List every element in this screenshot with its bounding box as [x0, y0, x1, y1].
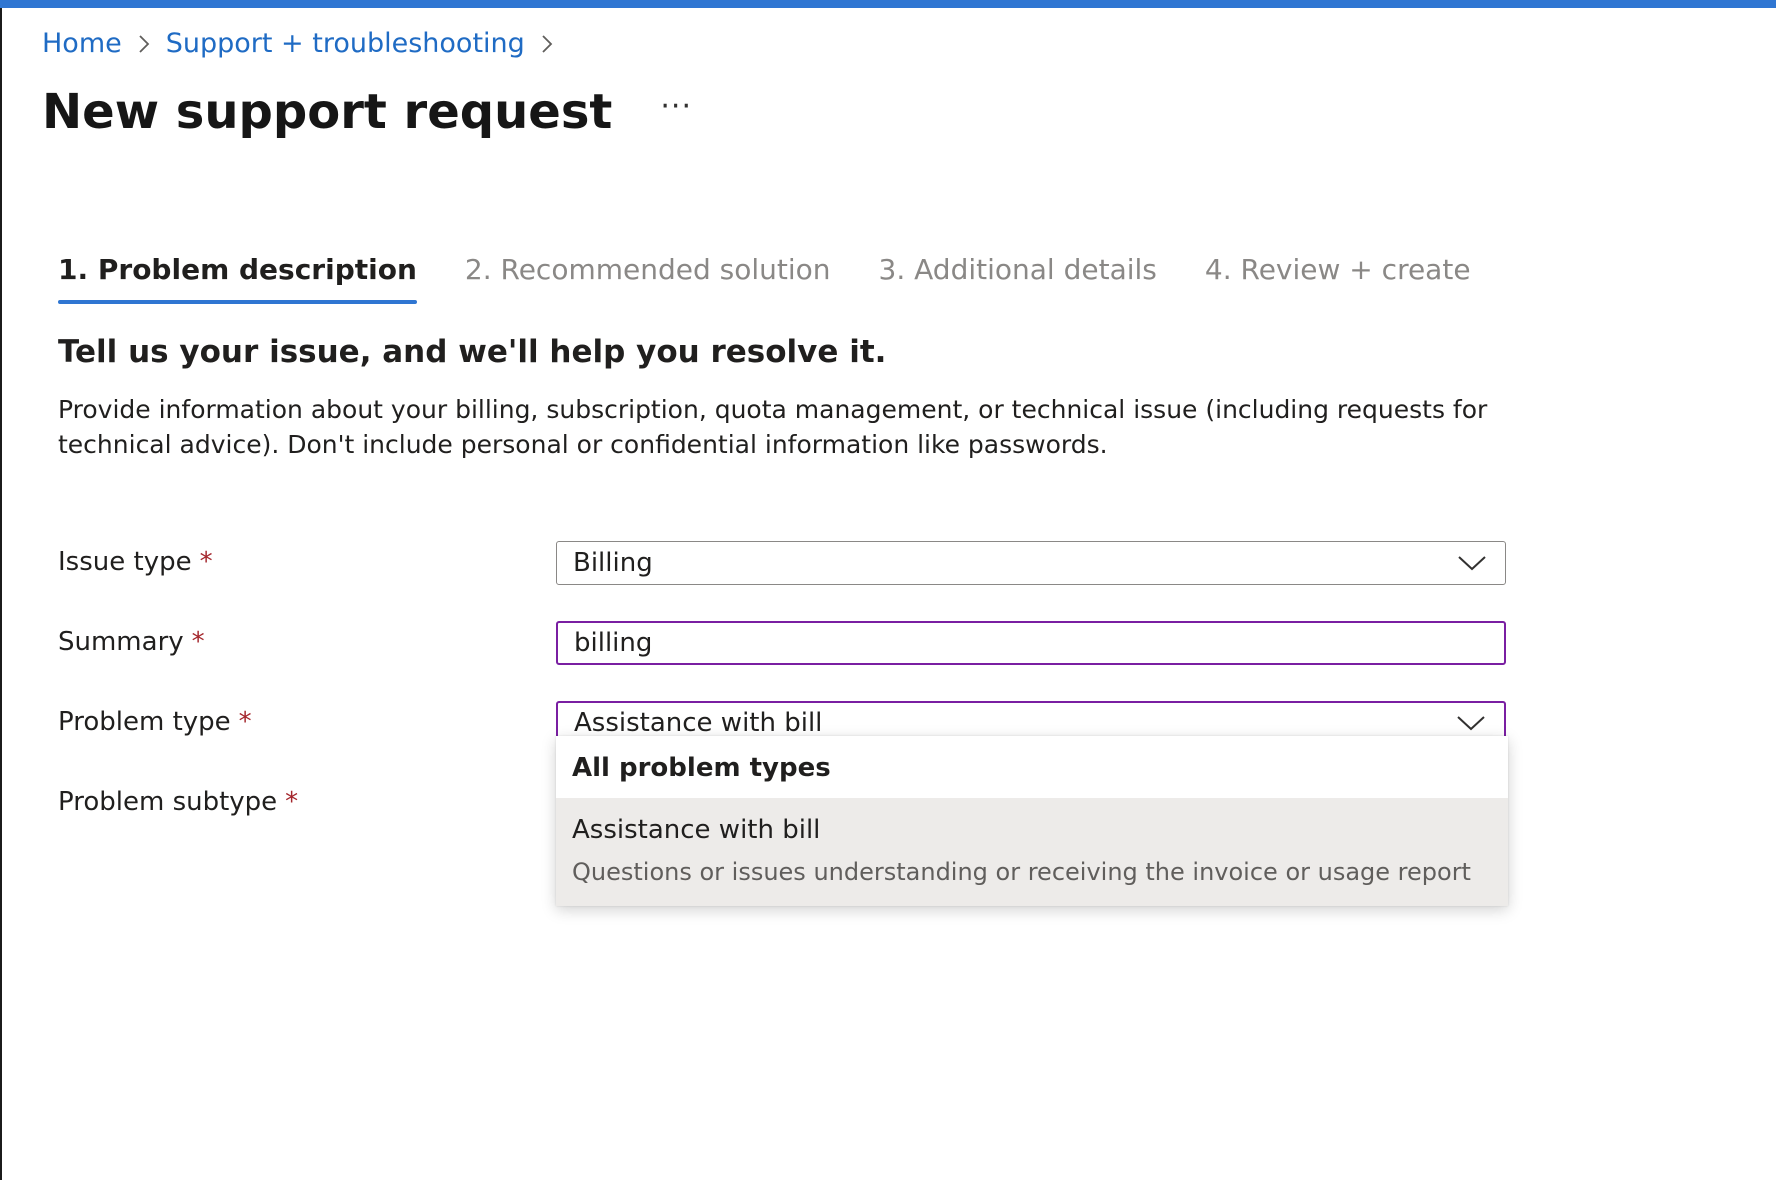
summary-input[interactable]: billing [556, 621, 1506, 665]
tab-additional-details[interactable]: 3. Additional details [879, 250, 1157, 304]
chevron-down-icon [1457, 716, 1485, 731]
page-title: New support request [42, 84, 613, 140]
issue-type-value: Billing [573, 548, 653, 578]
issue-type-label: Issue type * [58, 544, 213, 580]
chevron-down-icon [1458, 556, 1486, 571]
section-description: Provide information about your billing, … [58, 395, 1488, 459]
listbox-group-header: All problem types [572, 753, 831, 783]
problem-subtype-label-text: Problem subtype [58, 787, 278, 817]
required-marker: * [285, 787, 299, 817]
breadcrumb-support-link[interactable]: Support + troubleshooting [166, 26, 525, 62]
issue-type-dropdown[interactable]: Billing [556, 541, 1506, 585]
problem-type-label: Problem type * [58, 704, 252, 740]
option-description: Questions or issues understanding or rec… [572, 858, 1471, 886]
left-edge-border [0, 8, 2, 1180]
listbox-option-assistance-with-bill[interactable]: Assistance with bill Questions or issues… [556, 798, 1508, 906]
section-heading: Tell us your issue, and we'll help you r… [58, 334, 887, 370]
required-marker: * [191, 627, 205, 657]
problem-type-listbox: All problem types Assistance with bill Q… [556, 736, 1508, 906]
problem-type-value: Assistance with bill [574, 708, 823, 738]
chevron-right-icon [525, 33, 569, 55]
summary-label: Summary * [58, 624, 205, 660]
tab-problem-description[interactable]: 1. Problem description [58, 250, 417, 304]
tab-review-create[interactable]: 4. Review + create [1205, 250, 1471, 304]
problem-subtype-label: Problem subtype * [58, 784, 298, 820]
page-title-row: New support request ··· [42, 82, 692, 142]
top-accent-bar [0, 0, 1776, 8]
tab-recommended-solution[interactable]: 2. Recommended solution [465, 250, 831, 304]
wizard-tabs: 1. Problem description 2. Recommended so… [58, 250, 1519, 304]
summary-value: billing [574, 628, 653, 658]
summary-label-text: Summary [58, 627, 184, 657]
option-title: Assistance with bill [572, 815, 821, 845]
breadcrumb: Home Support + troubleshooting [42, 26, 569, 62]
breadcrumb-home-link[interactable]: Home [42, 26, 122, 62]
chevron-right-icon [122, 33, 166, 55]
required-marker: * [238, 707, 252, 737]
required-marker: * [199, 547, 213, 577]
issue-type-label-text: Issue type [58, 547, 192, 577]
more-options-button[interactable]: ··· [660, 92, 692, 122]
problem-type-label-text: Problem type [58, 707, 231, 737]
